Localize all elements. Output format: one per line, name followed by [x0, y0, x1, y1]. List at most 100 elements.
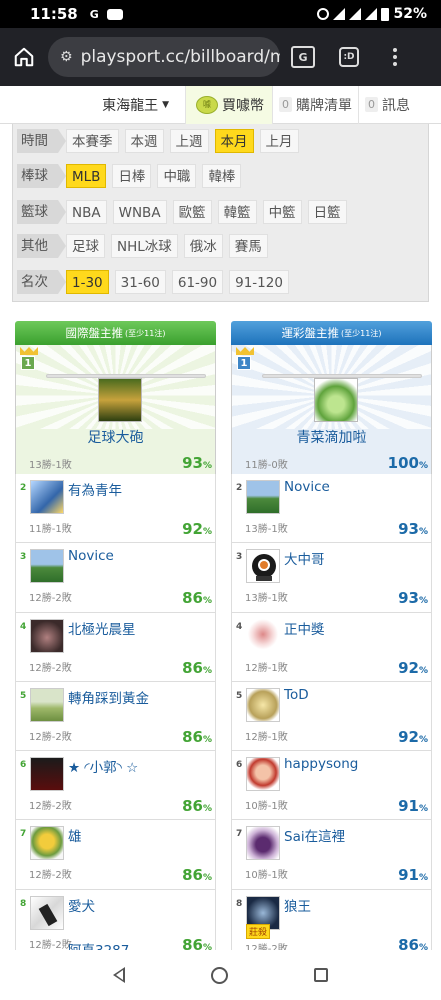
avatar[interactable] [98, 378, 142, 422]
player-name[interactable]: 有為青年 [68, 479, 122, 499]
avatar[interactable] [30, 618, 64, 653]
win-loss-record: 13勝-1敗 [245, 593, 288, 605]
avatar[interactable] [314, 378, 358, 422]
cart-count: 0 [279, 97, 292, 112]
filter-option[interactable]: 31-60 [114, 270, 166, 294]
leaderboard-row[interactable]: 2 有為青年 11勝-1敗 92% [15, 474, 216, 544]
filter-option-active[interactable]: 本月 [214, 129, 254, 153]
avatar[interactable] [246, 549, 280, 584]
address-bar[interactable]: ⚙ playsport.cc/billboard/m [48, 37, 280, 77]
filter-option[interactable]: 91-120 [229, 270, 289, 294]
top-rank-card[interactable]: 1 足球大砲 [15, 345, 216, 452]
leaderboard-row[interactable]: 7 Sai在這裡 10勝-1敗 91% [231, 820, 432, 890]
kebab-menu-icon [393, 48, 397, 66]
player-name[interactable]: Sai在這裡 [284, 825, 345, 845]
player-name[interactable]: 北極光晨星 [68, 618, 136, 638]
player-name[interactable]: 愛犬 [68, 895, 95, 915]
filter-option[interactable]: 中籃 [262, 200, 302, 224]
leaderboard-row[interactable]: 3 Novice 12勝-2敗 86% [15, 543, 216, 613]
cart-label: 購牌清單 [296, 97, 352, 114]
leaderboard-row[interactable]: 3 大中哥 13勝-1敗 93% [231, 543, 432, 613]
rank-number: 2 [236, 483, 243, 493]
player-name[interactable]: happysong [284, 756, 358, 772]
avatar[interactable] [246, 687, 280, 722]
filter-option-active[interactable]: 1-30 [66, 270, 109, 294]
avatar[interactable] [246, 757, 280, 792]
filter-option[interactable]: 上月 [259, 129, 299, 153]
player-name[interactable]: ToD [284, 687, 309, 703]
buy-label: 買噱幣 [222, 97, 264, 114]
leaderboard-row[interactable]: 2 Novice 13勝-1敗 93% [231, 474, 432, 544]
alarm-icon [317, 8, 330, 20]
leaderboard-row[interactable]: 8 莊殺 狼王 12勝-2敗 86% [231, 889, 432, 960]
player-name[interactable]: Novice [284, 479, 330, 495]
avatar[interactable] [30, 480, 64, 514]
leaderboard-row[interactable]: 6 happysong 10勝-1敗 91% [231, 751, 432, 821]
player-name[interactable]: 轉角踩到黃金 [68, 687, 149, 707]
cart-link[interactable]: 0 購牌清單 [273, 85, 359, 124]
player-name[interactable]: 狼王 [284, 895, 311, 915]
translate-button[interactable]: G [280, 28, 326, 86]
filter-option[interactable]: 日棒 [112, 164, 152, 188]
filter-option[interactable]: 足球 [66, 234, 105, 258]
leaderboard-row[interactable]: 4 正中獎 12勝-1敗 92% [231, 612, 432, 682]
filter-option[interactable]: 歐籃 [172, 200, 212, 224]
avatar[interactable] [246, 618, 280, 653]
more-menu-button[interactable] [372, 28, 418, 86]
filter-option[interactable]: 本賽季 [66, 129, 119, 153]
win-loss-record: 12勝-1敗 [245, 662, 288, 674]
filter-option[interactable]: 上週 [169, 129, 209, 153]
filter-option[interactable]: NBA [66, 200, 107, 224]
translate-icon: G [291, 46, 315, 68]
leaderboard-row[interactable]: 5 ToD 12勝-1敗 92% [231, 681, 432, 752]
player-name[interactable]: 正中獎 [284, 618, 325, 638]
avatar[interactable] [246, 480, 280, 514]
player-name[interactable]: 青菜滴加啦 [232, 427, 431, 447]
filter-option[interactable]: 韓籃 [217, 200, 257, 224]
leaderboard-row[interactable]: 4 北極光晨星 12勝-2敗 86% [15, 612, 216, 682]
win-rate: 93% [398, 520, 428, 538]
home-circle-icon[interactable] [211, 966, 228, 984]
filter-option[interactable]: 61-90 [171, 270, 224, 294]
avatar[interactable] [30, 895, 64, 930]
filter-option[interactable]: NHL冰球 [111, 234, 178, 258]
top-rank-stats: 11勝-0敗 100% [231, 452, 432, 474]
back-icon[interactable] [113, 967, 125, 983]
buy-coins-button[interactable]: 噱 買噱幣 [186, 85, 273, 124]
avatar[interactable] [246, 826, 280, 861]
player-name[interactable]: ★ ◜小郭◝ ☆ [68, 756, 138, 776]
avatar[interactable] [30, 549, 64, 584]
user-menu[interactable]: 東海龍王 ▼ [0, 85, 186, 124]
filter-option[interactable]: 日籃 [307, 200, 347, 224]
top-rank-card[interactable]: 1 青菜滴加啦 [231, 345, 432, 452]
column-title: 國際盤主推 [65, 326, 124, 340]
filter-option[interactable]: 韓棒 [202, 164, 242, 188]
win-rate: 92% [398, 658, 428, 677]
player-name[interactable]: 大中哥 [284, 548, 325, 568]
avatar[interactable] [30, 757, 64, 792]
leaderboard-row[interactable]: 7 雄 12勝-2敗 86% [15, 820, 216, 890]
rank-number: 3 [236, 552, 243, 563]
leaderboard-row[interactable]: 6 ★ ◜小郭◝ ☆ 12勝-2敗 86% [15, 751, 216, 821]
messages-link[interactable]: 0 訊息 [359, 86, 416, 124]
filter-option-active[interactable]: MLB [66, 164, 107, 188]
filter-option[interactable]: 中職 [157, 164, 197, 188]
filter-option[interactable]: 俄冰 [183, 234, 223, 258]
avatar[interactable] [30, 826, 64, 861]
status-time: 11:58 [30, 5, 78, 23]
filter-panel: 時間 本賽季 本週 上週 本月 上月 棒球 MLB 日棒 中職 韓棒 籃球 NB… [12, 124, 429, 302]
filter-option[interactable]: 本週 [124, 129, 164, 153]
filter-label: 其他 [17, 234, 66, 258]
leaderboard-row[interactable]: 5 轉角踩到黃金 12勝-2敗 86% [15, 681, 216, 752]
home-button[interactable] [0, 28, 48, 86]
rank-number: 6 [20, 760, 27, 771]
filter-option[interactable]: WNBA [112, 200, 167, 224]
recents-icon[interactable] [314, 968, 328, 982]
avatar[interactable] [30, 687, 64, 722]
player-name[interactable]: Novice [68, 548, 114, 564]
filter-option[interactable]: 賽馬 [228, 234, 268, 258]
tab-switcher-button[interactable]: :D [326, 28, 372, 86]
site-settings-icon[interactable]: ⚙ [60, 49, 73, 65]
player-name[interactable]: 足球大砲 [16, 427, 215, 447]
player-name[interactable]: 雄 [68, 825, 82, 845]
